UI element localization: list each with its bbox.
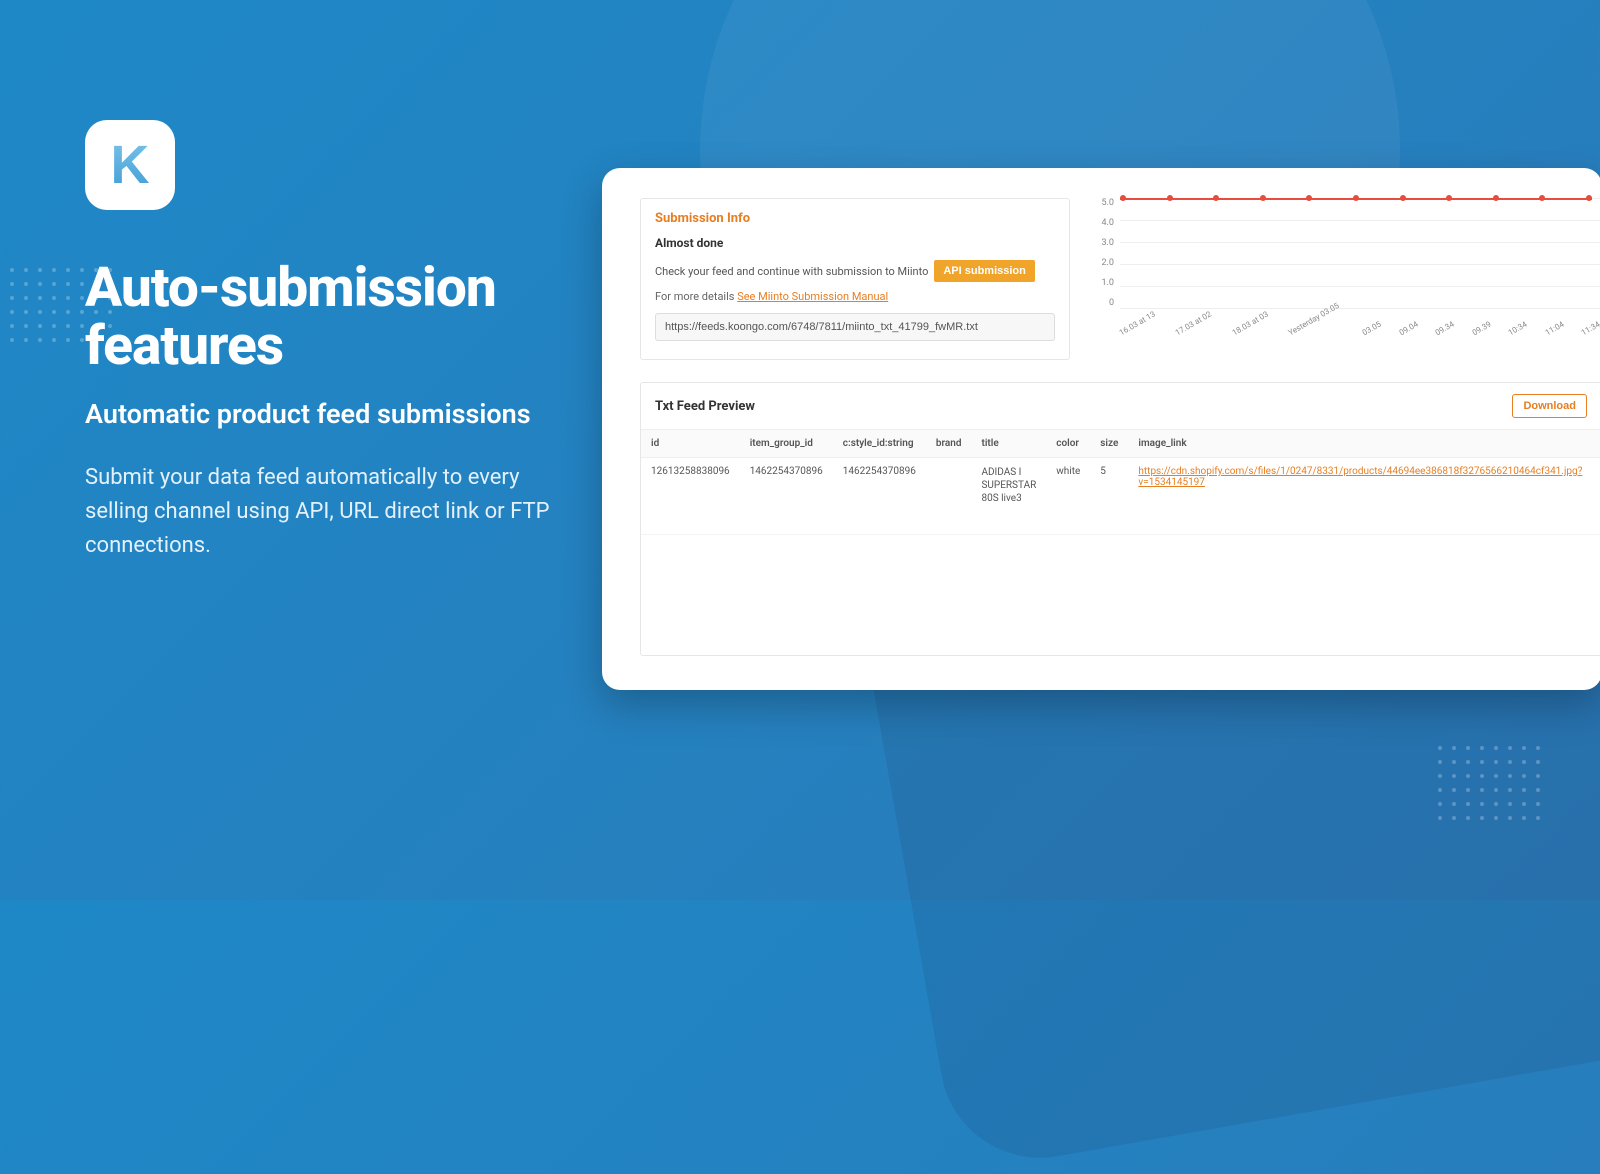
feed-url-input[interactable] bbox=[655, 313, 1055, 341]
col-color: color bbox=[1046, 430, 1090, 458]
feed-preview-section: Txt Feed Preview Download id item_group_… bbox=[640, 382, 1600, 656]
chart-area: 5.0 4.0 3.0 2.0 1.0 0 bbox=[1094, 198, 1600, 360]
feed-preview-table: id item_group_id c:style_id:string brand… bbox=[641, 430, 1600, 655]
body-text: Submit your data feed automatically to e… bbox=[85, 461, 555, 563]
col-item-group: item_group_id bbox=[740, 430, 833, 458]
details-prefix: For more details bbox=[655, 290, 734, 303]
feed-preview-title: Txt Feed Preview bbox=[655, 399, 755, 414]
col-id: id bbox=[641, 430, 740, 458]
logo-letter: K bbox=[111, 134, 150, 196]
submission-info-title: Submission Info bbox=[655, 211, 1055, 226]
cell-item-group: 1462254370896 bbox=[740, 458, 833, 535]
check-text: Check your feed and continue with submis… bbox=[655, 265, 928, 278]
table-row: 12613258838096 1462254370896 14622543708… bbox=[641, 458, 1600, 535]
app-window: Submission Info Almost done Check your f… bbox=[602, 168, 1600, 690]
chart-gridlines bbox=[1120, 198, 1600, 308]
cell-color: white bbox=[1046, 458, 1090, 535]
api-submission-button[interactable]: API submission bbox=[934, 260, 1035, 282]
chart-y-axis: 5.0 4.0 3.0 2.0 1.0 0 bbox=[1094, 198, 1114, 308]
submission-check-row: Check your feed and continue with submis… bbox=[655, 260, 1055, 282]
cell-image-link: https://cdn.shopify.com/s/files/1/0247/8… bbox=[1128, 458, 1592, 535]
submission-info-card: Submission Info Almost done Check your f… bbox=[640, 198, 1070, 360]
col-additional-image: additional_image bbox=[1592, 430, 1600, 458]
col-style-id: c:style_id:string bbox=[833, 430, 926, 458]
cell-title: ADIDAS I SUPERSTAR 80S live3 bbox=[971, 458, 1046, 535]
chart-series-points bbox=[1120, 195, 1592, 201]
col-image-link: image_link bbox=[1128, 430, 1592, 458]
col-title: title bbox=[971, 430, 1046, 458]
cell-id: 12613258838096 bbox=[641, 458, 740, 535]
details-row: For more details See Miinto Submission M… bbox=[655, 290, 1055, 303]
cell-additional-image: https://cdn.shop v=1534145197 v=15341451… bbox=[1592, 458, 1600, 535]
col-size: size bbox=[1090, 430, 1128, 458]
cell-size: 5 bbox=[1090, 458, 1128, 535]
table-header-row: id item_group_id c:style_id:string brand… bbox=[641, 430, 1600, 458]
decorative-dots bbox=[1438, 746, 1540, 820]
download-button[interactable]: Download bbox=[1512, 394, 1587, 418]
chart-x-axis: 16.03 at 13 17.03 at 02 18.03 at 03 Yest… bbox=[1120, 329, 1600, 338]
image-link[interactable]: https://cdn.shopify.com/s/files/1/0247/8… bbox=[1138, 466, 1582, 488]
headline: Auto-submission features bbox=[85, 260, 555, 376]
manual-link[interactable]: See Miinto Submission Manual bbox=[737, 290, 888, 303]
col-brand: brand bbox=[926, 430, 972, 458]
cell-brand bbox=[926, 458, 972, 535]
marketing-column: K Auto-submission features Automatic pro… bbox=[85, 120, 555, 564]
submission-status: Almost done bbox=[655, 236, 1055, 250]
logo-tile: K bbox=[85, 120, 175, 210]
submission-chart: 5.0 4.0 3.0 2.0 1.0 0 bbox=[1094, 198, 1600, 338]
cell-style-id: 1462254370896 bbox=[833, 458, 926, 535]
subheadline: Automatic product feed submissions bbox=[85, 398, 555, 432]
